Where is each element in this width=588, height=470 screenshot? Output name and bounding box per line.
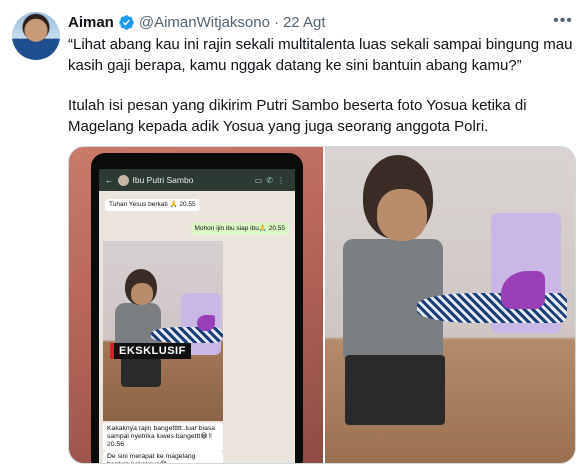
person-face-shape — [377, 189, 427, 241]
chat-message-4: De sini merapat ke magelang bantuin kaka… — [103, 451, 223, 463]
media-image-photo[interactable] — [323, 147, 575, 463]
ironing-board-shape — [151, 327, 223, 343]
tweet-text: “Lihat abang kau ini rajin sekali multit… — [68, 35, 578, 137]
author-handle[interactable]: @AimanWitjaksono — [139, 14, 270, 31]
person-face-shape — [131, 283, 153, 305]
chat-message-1: Tuhan Yesus berkati 🙏 20.55 — [105, 199, 200, 211]
chat-contact-name: Ibu Putri Sambo — [132, 175, 194, 185]
chat-message-2: Mohon ijin ibu siap ibu🙏 20.55 — [190, 223, 289, 235]
tweet-media[interactable]: ← Ibu Putri Sambo ▭✆⋮ Tuhan Yesus berkat… — [68, 146, 576, 464]
tweet-paragraph-2: Itulah isi pesan yang dikirim Putri Samb… — [68, 97, 527, 135]
contact-avatar — [117, 174, 129, 186]
chat-message-3: Kakaknya rajin bangettttt..luar biasa sa… — [103, 423, 223, 451]
tweet[interactable]: Aiman @AimanWitjaksono · 22 Agt ••• “Lih… — [0, 0, 588, 470]
person-legs-shape — [345, 355, 445, 425]
whatsapp-chat: ← Ibu Putri Sambo ▭✆⋮ Tuhan Yesus berkat… — [99, 169, 295, 463]
call-icons: ▭✆⋮ — [254, 175, 289, 185]
tweet-header: Aiman @AimanWitjaksono · 22 Agt — [68, 12, 326, 32]
iron-shape — [197, 315, 215, 331]
media-image-chat[interactable]: ← Ibu Putri Sambo ▭✆⋮ Tuhan Yesus berkat… — [69, 147, 323, 463]
verified-badge-icon — [118, 14, 135, 31]
author-avatar[interactable] — [12, 12, 60, 60]
person-legs-shape — [121, 357, 161, 387]
separator-dot: · — [273, 13, 279, 31]
chat-photo — [103, 241, 223, 421]
tweet-date[interactable]: 22 Agt — [283, 14, 326, 31]
tweet-paragraph-1: “Lihat abang kau ini rajin sekali multit… — [68, 36, 573, 74]
chat-header: ← Ibu Putri Sambo ▭✆⋮ — [99, 169, 295, 191]
more-options-icon[interactable]: ••• — [552, 10, 574, 32]
back-arrow-icon: ← — [105, 175, 114, 185]
exclusive-badge: EKSKLUSIF — [110, 343, 191, 359]
author-name[interactable]: Aiman — [68, 14, 114, 31]
